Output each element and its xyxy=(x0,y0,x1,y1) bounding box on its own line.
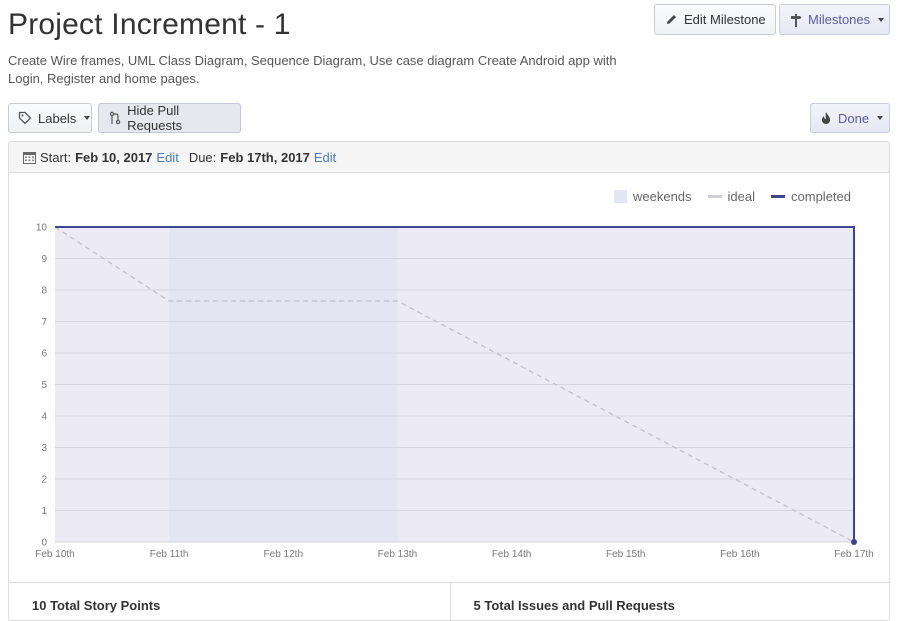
legend-completed[interactable]: completed xyxy=(771,189,851,204)
y-tick-label: 5 xyxy=(41,380,47,391)
completed-endpoint xyxy=(851,539,857,545)
legend-weekends-label: weekends xyxy=(633,189,692,204)
milestone-description: Create Wire frames, UML Class Diagram, S… xyxy=(8,53,617,86)
flame-icon xyxy=(820,111,832,125)
y-tick-label: 2 xyxy=(41,475,47,486)
completed-swatch xyxy=(771,195,786,198)
pull-request-icon xyxy=(108,111,121,125)
x-tick-label: Feb 11th xyxy=(150,549,189,560)
issues-stat: 5 Total Issues and Pull Requests xyxy=(449,583,890,620)
milestones-dropdown[interactable]: Milestones xyxy=(779,4,890,35)
legend-ideal[interactable]: ideal xyxy=(707,189,756,204)
y-tick-label: 8 xyxy=(41,286,47,297)
done-label: Done xyxy=(838,110,870,126)
x-tick-label: Feb 12th xyxy=(264,549,303,560)
y-tick-label: 10 xyxy=(36,223,48,234)
x-tick-label: Feb 15th xyxy=(606,549,645,560)
edit-milestone-button[interactable]: Edit Milestone xyxy=(654,4,776,35)
y-tick-label: 1 xyxy=(41,506,47,517)
tag-icon xyxy=(18,111,32,125)
x-tick-label: Feb 16th xyxy=(720,549,759,560)
x-tick-label: Feb 14th xyxy=(492,549,531,560)
pencil-icon xyxy=(664,13,678,27)
labels-label: Labels xyxy=(38,110,77,126)
burndown-panel: Start: Feb 10, 2017 Edit Due: Feb 17th, … xyxy=(8,141,890,621)
legend-weekends[interactable]: weekends xyxy=(614,189,692,204)
done-dropdown[interactable]: Done xyxy=(810,103,890,133)
x-tick-label: Feb 13th xyxy=(378,549,417,560)
story-points-stat: 10 Total Story Points xyxy=(32,598,161,613)
legend-ideal-label: ideal xyxy=(727,189,756,204)
hide-pull-requests-toggle[interactable]: Hide Pull Requests xyxy=(98,103,241,133)
legend-completed-label: completed xyxy=(791,189,851,204)
y-tick-label: 9 xyxy=(41,254,47,265)
summary-stats: 10 Total Story Points 5 Total Issues and… xyxy=(9,582,890,620)
burndown-chart: 0 1 2 3 4 5 6 7 8 9 10 Feb 10th Feb 11th Feb 12th Feb … xyxy=(35,223,873,561)
chevron-down-icon xyxy=(878,17,885,22)
chevron-down-icon xyxy=(877,116,884,120)
labels-dropdown[interactable]: Labels xyxy=(8,103,92,133)
y-tick-label: 3 xyxy=(41,443,47,454)
x-tick-label: Feb 17th xyxy=(834,549,873,560)
y-tick-label: 6 xyxy=(41,349,47,360)
y-tick-label: 0 xyxy=(41,538,47,549)
milestone-title: Project Increment - 1 xyxy=(8,8,291,41)
chevron-down-icon xyxy=(84,116,91,120)
chart-legend: weekends ideal completed xyxy=(614,189,851,204)
y-tick-label: 7 xyxy=(41,317,47,328)
weekend-swatch xyxy=(614,190,627,203)
ideal-swatch xyxy=(707,195,722,198)
x-tick-label: Feb 10th xyxy=(35,549,74,560)
milestones-label: Milestones xyxy=(808,12,871,27)
hide-pull-requests-label: Hide Pull Requests xyxy=(127,103,183,133)
signpost-icon xyxy=(789,13,802,27)
edit-milestone-label: Edit Milestone xyxy=(684,12,766,27)
y-tick-label: 4 xyxy=(41,412,47,423)
